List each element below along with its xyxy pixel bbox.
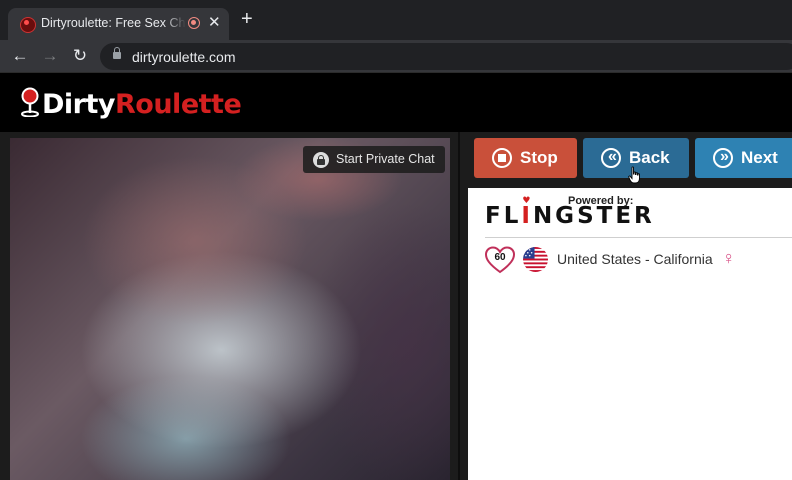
site-header: DirtyRoulette [0,72,792,133]
panel-separator [485,237,792,238]
logo-roulette: Roulette [115,89,242,120]
hand-cursor-icon [628,166,640,184]
new-tab-icon[interactable]: + [241,9,253,29]
stop-label: Stop [520,148,558,167]
next-button[interactable]: » Next [695,138,792,178]
private-lock-icon [313,152,329,168]
site-favicon-icon [20,17,36,33]
partner-video: Start Private Chat [10,138,450,480]
recording-indicator-icon [188,17,200,29]
logo-dirty: Dirty [42,89,116,120]
heart-icon: ♥ [522,196,531,206]
chat-stage: Start Private Chat Stop « Back » Next Po… [0,132,792,480]
flingster-logo-part2: I [521,203,533,229]
browser-toolbar: ← → ↻ dirtyroulette.com [0,40,792,72]
start-private-chat-button[interactable]: Start Private Chat [303,146,445,173]
url-text: dirtyroulette.com [132,49,236,65]
logo-text: DirtyRoulette [42,89,242,120]
stop-icon [492,148,512,168]
flingster-logo-part1: FL [485,203,522,229]
female-gender-icon: ♀ [722,248,736,268]
browser-tabstrip: Dirtyroulette: Free Sex Chat ✕ + [0,0,792,40]
flingster-logo[interactable]: FL ♥ INGSTER [485,196,655,229]
flingster-logo-part3: NGSTER [532,203,655,229]
match-score: 60 [494,252,506,263]
partner-location: United States - California [557,251,713,267]
back-label: Back [629,148,670,167]
tab-close-icon[interactable]: ✕ [208,13,221,31]
tab-title: Dirtyroulette: Free Sex Chat [41,16,186,30]
partner-info-panel: Powered by: FL ♥ INGSTER 60 United States … [468,188,792,480]
location-pin-icon [21,87,39,117]
back-arrow-icon[interactable]: ← [9,45,31,67]
browser-tab[interactable]: Dirtyroulette: Free Sex Chat ✕ [8,8,229,40]
panel-divider [458,132,460,480]
double-chevron-right-icon: » [713,148,733,168]
forward-arrow-icon[interactable]: → [39,45,61,67]
reload-icon[interactable]: ↻ [69,45,91,67]
address-bar[interactable]: dirtyroulette.com [100,43,792,70]
lock-icon [113,47,121,60]
stop-button[interactable]: Stop [474,138,577,178]
double-chevron-left-icon: « [601,148,621,168]
private-chat-label: Start Private Chat [336,152,435,166]
us-flag-icon [523,247,548,272]
next-label: Next [741,148,778,167]
